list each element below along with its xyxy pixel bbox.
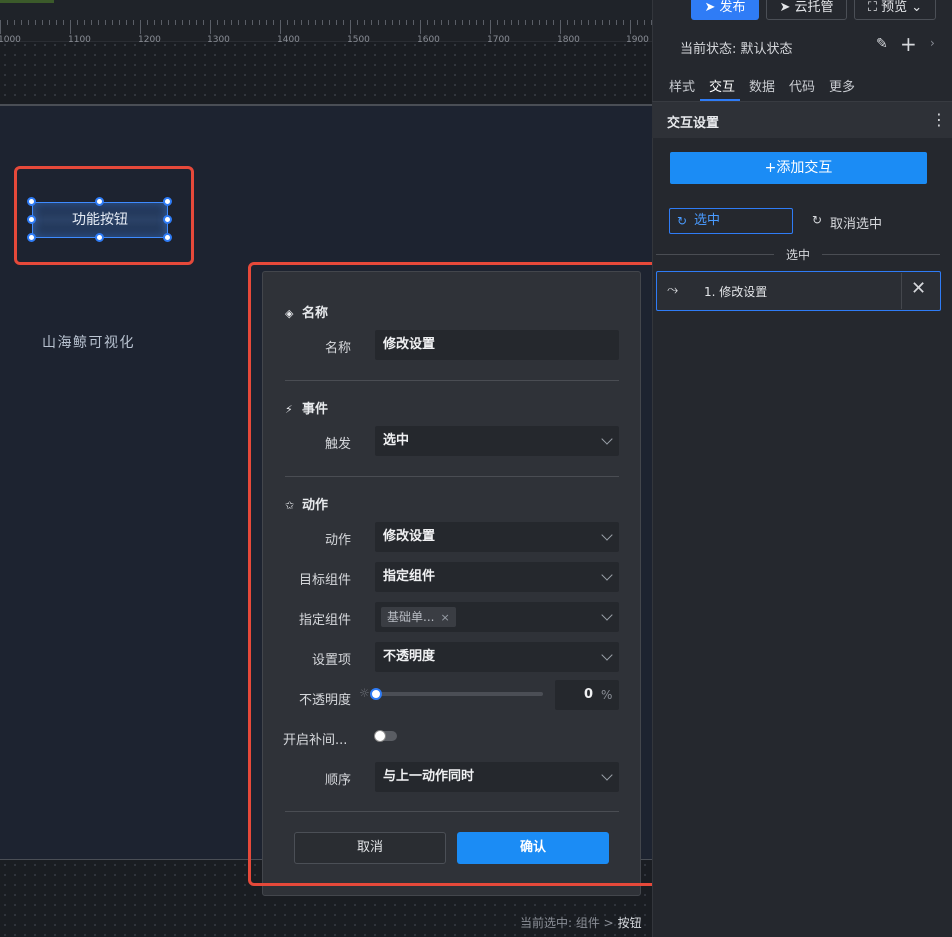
send-icon: ➤ [779,0,791,15]
event-option-select[interactable]: ↻ 选中 [669,208,793,234]
close-icon[interactable]: ✕ [911,278,926,299]
publish-button[interactable]: ➤ 发布 [691,0,759,20]
group-label: 选中 [786,248,811,262]
cursor-click-icon: ↻ [677,214,688,228]
fullscreen-icon: ⛶ [867,0,877,15]
horizontal-ruler: 1000 1100 1200 1300 1400 1500 1600 1700 … [0,20,652,45]
current-state: 当前状态: 默认状态 [680,42,793,57]
chevron-right-icon[interactable]: › [930,36,935,50]
event-option-select-label: 选中 [694,213,721,228]
add-interaction-button[interactable]: +添加交互 [670,152,927,184]
resize-handle[interactable] [163,233,172,242]
shuffle-icon: ⤳ [667,282,679,298]
resize-handle[interactable] [95,233,104,242]
ruler-tick-label: 1100 [68,35,91,45]
ruler-tick-label: 1600 [417,35,440,45]
send-icon: ➤ [704,0,716,15]
add-icon[interactable]: + [900,32,917,56]
ruler-tick-label: 1800 [557,35,580,45]
cloud-label: 云托管 [794,0,834,15]
ruler-ticks [0,20,652,34]
resize-handle[interactable] [27,197,36,206]
ruler-tick-label: 1900 [626,35,649,45]
tab-style[interactable]: 样式 [669,76,695,95]
ruler-tick-label: 1300 [207,35,230,45]
selection-current: 按钮 [617,916,642,930]
cursor-click-icon: ↻ [812,213,823,227]
action-list-item[interactable]: ⤳ 1. 修改设置 ✕ [656,271,941,311]
resize-handle[interactable] [163,197,172,206]
resize-handle[interactable] [163,215,172,224]
group-divider [656,254,774,255]
chevron-down-icon: ⌄ [911,0,923,15]
selection-breadcrumb: 当前选中: 组件 > 按钮 [520,914,642,931]
active-tab-indicator [700,99,740,101]
tab-code[interactable]: 代码 [789,76,815,95]
preview-button[interactable]: ⛶ 预览 ⌄ [854,0,936,20]
properties-panel [652,0,952,937]
ruler-tick-label: 1400 [277,35,300,45]
ruler-tick-label: 1700 [487,35,510,45]
tab-data[interactable]: 数据 [749,76,775,95]
top-indicator [0,0,54,3]
ruler-tick-label: 1500 [347,35,370,45]
interaction-settings-title: 交互设置 [667,116,720,131]
edit-icon[interactable]: ✎ [876,36,888,52]
highlight-frame-dialog [248,262,664,886]
event-option-deselect[interactable]: ↻ 取消选中 [812,213,882,232]
resize-handle[interactable] [27,215,36,224]
selection-prefix: 当前选中: 组件 > [520,916,614,930]
event-option-deselect-label: 取消选中 [830,217,883,232]
action-item-separator [901,273,902,309]
state-row: 当前状态: 默认状态 ✎ + › [652,32,952,60]
action-item-label: 1. 修改设置 [704,285,768,299]
publish-label: 发布 [719,0,746,15]
ruler-tick-label: 1200 [138,35,161,45]
resize-handle[interactable] [27,233,36,242]
more-vertical-icon[interactable]: ⋮ [931,110,947,129]
interaction-settings-header: 交互设置 ⋮ [652,102,952,138]
preview-label: 预览 [881,0,908,15]
tab-interaction[interactable]: 交互 [709,76,735,95]
brand-text-component[interactable]: 山海鲸可视化 [42,332,135,352]
resize-handle[interactable] [95,197,104,206]
ruler-tick-label: 1000 [0,35,21,45]
group-divider [822,254,940,255]
panel-tabs: 样式 交互 数据 代码 更多 [652,70,952,102]
tab-more[interactable]: 更多 [829,76,855,95]
cloud-hosting-button[interactable]: ➤ 云托管 [766,0,847,20]
